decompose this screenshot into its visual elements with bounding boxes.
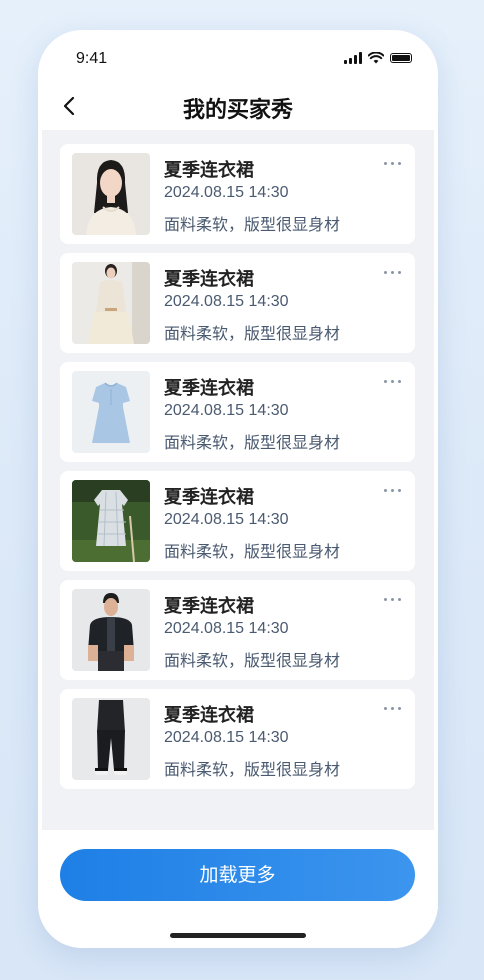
- more-options-icon[interactable]: [384, 707, 401, 710]
- item-title: 夏季连衣裙: [164, 378, 254, 399]
- page-title: 我的买家秀: [182, 98, 293, 123]
- more-options-icon[interactable]: [384, 380, 401, 383]
- home-indicator: [170, 933, 306, 938]
- status-time: 9:41: [76, 50, 108, 67]
- item-description: 面料柔软，版型很显身材: [164, 542, 341, 561]
- list-item[interactable]: 夏季连衣裙 2024.08.15 14:30 面料柔软，版型很显身材: [60, 580, 415, 680]
- item-time: 2024.08.15 14:30: [164, 729, 289, 746]
- item-title: 夏季连衣裙: [164, 160, 254, 181]
- load-more-button[interactable]: 加载更多: [60, 849, 415, 901]
- signal-icon: [344, 52, 362, 64]
- item-image-woman-full-body-dress: [72, 262, 150, 344]
- more-options-icon[interactable]: [384, 489, 401, 492]
- item-description: 面料柔软，版型很显身材: [164, 215, 341, 234]
- more-options-icon[interactable]: [384, 271, 401, 274]
- list-item[interactable]: 夏季连衣裙 2024.08.15 14:30 面料柔软，版型很显身材: [60, 253, 415, 353]
- item-time: 2024.08.15 14:30: [164, 511, 289, 528]
- item-image-man-full-body-pants: [72, 698, 150, 780]
- status-bar: 9:41: [38, 30, 438, 90]
- list-item[interactable]: 夏季连衣裙 2024.08.15 14:30 面料柔软，版型很显身材: [60, 144, 415, 244]
- item-title: 夏季连衣裙: [164, 269, 254, 290]
- battery-icon: [390, 53, 412, 63]
- item-image-woman-portrait: [72, 153, 150, 235]
- bottom-bar: 加载更多: [38, 832, 438, 948]
- more-options-icon[interactable]: [384, 162, 401, 165]
- phone-frame: 9:41 我的买家秀 夏季连衣裙 2024.08.15 14:30 面料柔软，版…: [38, 30, 438, 948]
- item-description: 面料柔软，版型很显身材: [164, 433, 341, 452]
- item-title: 夏季连衣裙: [164, 487, 254, 508]
- list-item[interactable]: 夏季连衣裙 2024.08.15 14:30 面料柔软，版型很显身材: [60, 471, 415, 571]
- item-image-blue-dress-product: [72, 371, 150, 453]
- list-item[interactable]: 夏季连衣裙 2024.08.15 14:30 面料柔软，版型很显身材: [60, 362, 415, 462]
- nav-bar: 我的买家秀: [38, 90, 438, 130]
- item-time: 2024.08.15 14:30: [164, 293, 289, 310]
- item-title: 夏季连衣裙: [164, 705, 254, 726]
- item-image-man-shirt: [72, 589, 150, 671]
- item-time: 2024.08.15 14:30: [164, 184, 289, 201]
- list-item[interactable]: 夏季连衣裙 2024.08.15 14:30 面料柔软，版型很显身材: [60, 689, 415, 789]
- item-description: 面料柔软，版型很显身材: [164, 324, 341, 343]
- item-description: 面料柔软，版型很显身材: [164, 760, 341, 779]
- item-title: 夏季连衣裙: [164, 596, 254, 617]
- wifi-icon: [368, 52, 384, 64]
- more-options-icon[interactable]: [384, 598, 401, 601]
- status-icons: [344, 52, 412, 64]
- item-time: 2024.08.15 14:30: [164, 402, 289, 419]
- item-time: 2024.08.15 14:30: [164, 620, 289, 637]
- item-image-plaid-dress-outdoor: [72, 480, 150, 562]
- item-description: 面料柔软，版型很显身材: [164, 651, 341, 670]
- item-list: 夏季连衣裙 2024.08.15 14:30 面料柔软，版型很显身材 夏季连衣裙…: [42, 130, 434, 830]
